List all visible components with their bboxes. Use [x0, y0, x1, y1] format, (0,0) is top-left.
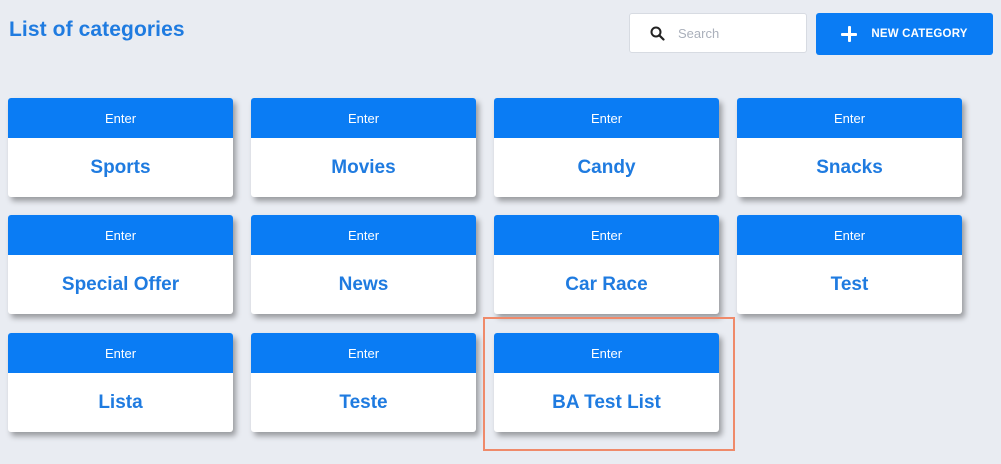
- category-name: Lista: [98, 391, 143, 413]
- category-name: Car Race: [565, 273, 648, 295]
- enter-button[interactable]: Enter: [494, 98, 719, 138]
- enter-button[interactable]: Enter: [251, 98, 476, 138]
- category-name: Movies: [331, 156, 396, 178]
- new-category-label: NEW CATEGORY: [871, 28, 968, 40]
- enter-button[interactable]: Enter: [251, 333, 476, 373]
- category-card-teste: Enter Teste: [251, 333, 476, 432]
- category-card-car-race: Enter Car Race: [494, 215, 719, 314]
- search-input[interactable]: [678, 25, 788, 41]
- enter-button[interactable]: Enter: [494, 215, 719, 255]
- enter-button[interactable]: Enter: [8, 333, 233, 373]
- new-category-button[interactable]: NEW CATEGORY: [816, 13, 993, 55]
- category-name: Candy: [577, 156, 636, 178]
- enter-button[interactable]: Enter: [737, 98, 962, 138]
- enter-button[interactable]: Enter: [737, 215, 962, 255]
- category-card-special-offer: Enter Special Offer: [8, 215, 233, 314]
- category-card-test: Enter Test: [737, 215, 962, 314]
- enter-button[interactable]: Enter: [8, 215, 233, 255]
- category-name: Snacks: [816, 156, 883, 178]
- category-card-sports: Enter Sports: [8, 98, 233, 197]
- page-title: List of categories: [9, 18, 185, 41]
- highlight-box: [483, 317, 735, 451]
- category-card-snacks: Enter Snacks: [737, 98, 962, 197]
- enter-button[interactable]: Enter: [8, 98, 233, 138]
- category-name: Sports: [90, 156, 151, 178]
- enter-button[interactable]: Enter: [251, 215, 476, 255]
- category-name: Test: [830, 273, 869, 295]
- search-box[interactable]: [629, 13, 807, 53]
- category-name: Special Offer: [61, 273, 180, 295]
- category-card-news: Enter News: [251, 215, 476, 314]
- category-name: Teste: [339, 391, 388, 413]
- category-name: News: [338, 273, 389, 295]
- category-card-movies: Enter Movies: [251, 98, 476, 197]
- search-icon: [648, 24, 666, 42]
- category-card-candy: Enter Candy: [494, 98, 719, 197]
- category-card-lista: Enter Lista: [8, 333, 233, 432]
- plus-icon: [841, 26, 858, 42]
